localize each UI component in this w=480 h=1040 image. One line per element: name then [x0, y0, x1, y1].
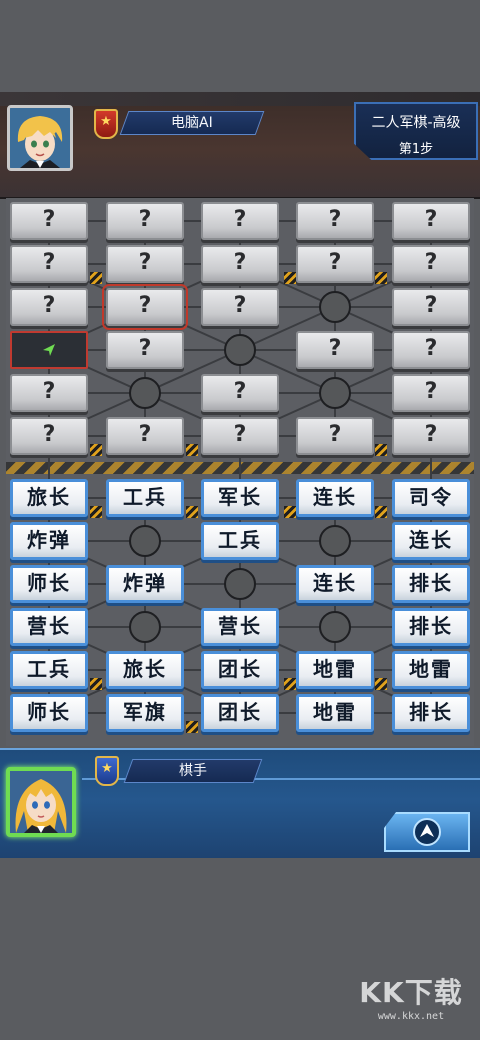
- opponent-hidden-piece[interactable]: ?: [296, 417, 374, 455]
- opponent-hidden-piece[interactable]: ?: [10, 417, 88, 455]
- player-piece[interactable]: 团长: [201, 694, 279, 732]
- hazard-marker: [90, 272, 102, 284]
- hazard-marker: [90, 444, 102, 456]
- camp-station[interactable]: [224, 568, 256, 600]
- player-piece[interactable]: 旅长: [106, 651, 184, 689]
- player-piece[interactable]: 地雷: [392, 651, 470, 689]
- empty-board-slot[interactable]: [10, 331, 88, 369]
- opponent-hidden-piece[interactable]: ?: [296, 331, 374, 369]
- anime-boy-avatar-icon: [7, 105, 73, 171]
- hazard-marker: [284, 678, 296, 690]
- camp-station[interactable]: [224, 334, 256, 366]
- star-rank-badge-icon: ★: [94, 109, 118, 139]
- cursor-arrow-icon: [43, 344, 55, 356]
- opponent-name: 电脑AI: [171, 115, 213, 131]
- game-info-panel: 二人军棋-高级 第1步: [354, 102, 478, 160]
- player-piece[interactable]: 旅长: [10, 479, 88, 517]
- opponent-hidden-piece[interactable]: ?: [201, 374, 279, 412]
- hazard-marker: [186, 506, 198, 518]
- hazard-marker: [90, 506, 102, 518]
- opponent-hidden-piece[interactable]: ?: [201, 288, 279, 326]
- game-screen: ★ 电脑AI 二人军棋-高级 第1步 ?????????????????????…: [0, 0, 480, 1040]
- hazard-marker: [186, 721, 198, 733]
- player-piece[interactable]: 排长: [392, 694, 470, 732]
- player-piece[interactable]: 师长: [10, 694, 88, 732]
- opponent-hidden-piece[interactable]: ?: [392, 417, 470, 455]
- player-piece[interactable]: 工兵: [201, 522, 279, 560]
- hazard-marker: [90, 678, 102, 690]
- opponent-hidden-piece[interactable]: ?: [392, 245, 470, 283]
- game-board: ????????????????????????? 旅长 工兵 军长 连长 司令 炸弹 工兵连…: [6, 198, 474, 746]
- hazard-marker: [375, 444, 387, 456]
- player-piece[interactable]: 连长: [392, 522, 470, 560]
- opponent-hidden-piece[interactable]: ?: [106, 245, 184, 283]
- step-counter: 第1步: [398, 142, 434, 157]
- camp-station[interactable]: [129, 377, 161, 409]
- star-rank-badge-icon: ★: [95, 756, 119, 786]
- player-piece[interactable]: 团长: [201, 651, 279, 689]
- player-piece[interactable]: 地雷: [296, 651, 374, 689]
- opponent-hidden-piece[interactable]: ?: [296, 245, 374, 283]
- camp-station[interactable]: [319, 291, 351, 323]
- hazard-marker: [284, 272, 296, 284]
- opponent-hidden-piece[interactable]: ?: [392, 202, 470, 240]
- player-piece[interactable]: 排长: [392, 608, 470, 646]
- player-piece[interactable]: 工兵: [106, 479, 184, 517]
- opponent-hidden-piece[interactable]: ?: [106, 417, 184, 455]
- player-piece[interactable]: 营长: [201, 608, 279, 646]
- arrow-up-icon: [413, 818, 441, 846]
- player-piece[interactable]: 司令: [392, 479, 470, 517]
- player-piece[interactable]: 师长: [10, 565, 88, 603]
- player-piece[interactable]: 连长: [296, 479, 374, 517]
- anime-girl-avatar-icon: [6, 767, 76, 837]
- player-piece[interactable]: 炸弹: [10, 522, 88, 560]
- hazard-marker: [375, 506, 387, 518]
- opponent-hidden-piece[interactable]: ?: [10, 288, 88, 326]
- action-button[interactable]: [384, 812, 470, 852]
- game-mode-title: 二人军棋-高级: [371, 115, 461, 131]
- camp-station[interactable]: [319, 611, 351, 643]
- opponent-hidden-piece[interactable]: ?: [102, 284, 188, 330]
- watermark-url: www.kkx.net: [377, 1011, 445, 1022]
- camp-station[interactable]: [319, 377, 351, 409]
- watermark-logo: KK下载: [359, 976, 463, 1009]
- opponent-hidden-piece[interactable]: ?: [106, 331, 184, 369]
- camp-station[interactable]: [129, 525, 161, 557]
- opponent-hidden-piece[interactable]: ?: [201, 202, 279, 240]
- opponent-hidden-piece[interactable]: ?: [10, 245, 88, 283]
- opponent-hidden-piece[interactable]: ?: [296, 202, 374, 240]
- camp-station[interactable]: [129, 611, 161, 643]
- hazard-marker: [284, 506, 296, 518]
- player-piece[interactable]: 地雷: [296, 694, 374, 732]
- player-piece[interactable]: 军旗: [106, 694, 184, 732]
- hazard-marker: [375, 678, 387, 690]
- hazard-marker: [186, 444, 198, 456]
- opponent-name-plate: 电脑AI: [119, 111, 265, 135]
- opponent-hidden-piece[interactable]: ?: [392, 331, 470, 369]
- player-piece[interactable]: 连长: [296, 565, 374, 603]
- player-name-plate: 棋手: [123, 759, 263, 783]
- opponent-hidden-piece[interactable]: ?: [392, 288, 470, 326]
- hazard-marker: [375, 272, 387, 284]
- camp-station[interactable]: [319, 525, 351, 557]
- player-piece[interactable]: 军长: [201, 479, 279, 517]
- player-piece[interactable]: 工兵: [10, 651, 88, 689]
- player-piece[interactable]: 排长: [392, 565, 470, 603]
- opponent-hidden-piece[interactable]: ?: [10, 202, 88, 240]
- opponent-hidden-piece[interactable]: ?: [201, 417, 279, 455]
- watermark: KK下载 www.kkx.net: [356, 975, 466, 1035]
- opponent-hidden-piece[interactable]: ?: [106, 202, 184, 240]
- opponent-hidden-piece[interactable]: ?: [10, 374, 88, 412]
- player-piece[interactable]: 营长: [10, 608, 88, 646]
- player-name: 棋手: [179, 763, 207, 779]
- opponent-hidden-piece[interactable]: ?: [392, 374, 470, 412]
- opponent-hidden-piece[interactable]: ?: [201, 245, 279, 283]
- player-piece[interactable]: 炸弹: [106, 565, 184, 603]
